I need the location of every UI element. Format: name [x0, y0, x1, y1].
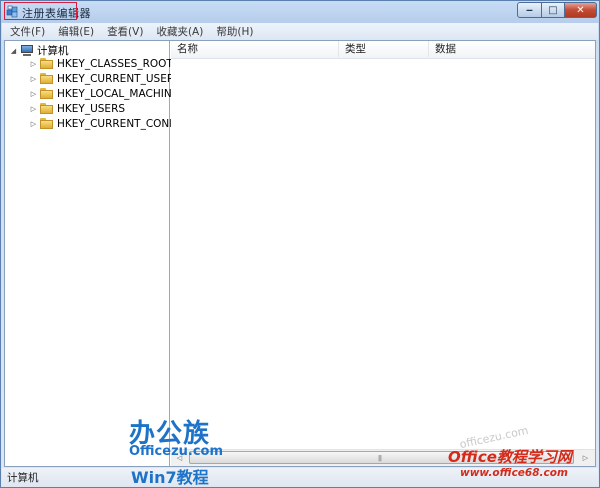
folder-icon: [40, 88, 54, 99]
registry-tree[interactable]: ◢ 计算机 ▷ HKEY_CLASSES_ROOT ▷ HKEY_CURRENT…: [5, 41, 187, 466]
expand-arrow-icon[interactable]: ▷: [29, 90, 38, 98]
tree-item-hkey-current-user[interactable]: ▷ HKEY_CURRENT_USER: [29, 71, 174, 86]
expand-arrow-icon[interactable]: ▷: [29, 105, 38, 113]
menu-view[interactable]: 查看(V): [99, 24, 148, 39]
tree-item-label: HKEY_LOCAL_MACHINE: [57, 87, 179, 100]
title-bar[interactable]: 注册表编辑器 ‒ □ ✕: [1, 1, 599, 23]
column-header-name[interactable]: 名称: [171, 41, 339, 57]
status-path: 计算机: [7, 472, 39, 484]
folder-icon: [40, 58, 54, 69]
column-header-data[interactable]: 数据: [429, 41, 595, 57]
tree-item-label: HKEY_CURRENT_USER: [57, 72, 175, 85]
menu-favorites[interactable]: 收藏夹(A): [148, 24, 208, 39]
expand-arrow-icon[interactable]: ▷: [29, 120, 38, 128]
value-list[interactable]: 名称 类型 数据: [171, 41, 595, 466]
menu-bar: 文件(F) 编辑(E) 查看(V) 收藏夹(A) 帮助(H): [2, 23, 598, 40]
client-area: ◢ 计算机 ▷ HKEY_CLASSES_ROOT ▷ HKEY_CURRENT…: [4, 40, 596, 467]
column-header-type[interactable]: 类型: [339, 41, 429, 57]
scroll-right-icon[interactable]: ▷: [577, 450, 594, 466]
title-highlight-box: [4, 2, 77, 20]
tree-item-hkey-users[interactable]: ▷ HKEY_USERS: [29, 101, 125, 116]
watermark-site: Officezu.com: [129, 444, 224, 459]
menu-edit[interactable]: 编辑(E): [50, 24, 99, 39]
watermark-office-url: www.office68.com: [460, 467, 568, 479]
expand-arrow-icon[interactable]: ▷: [29, 75, 38, 83]
tree-item-hkey-current-config[interactable]: ▷ HKEY_CURRENT_CONFIG: [29, 116, 187, 131]
grip-icon: |||: [378, 455, 382, 462]
watermark-office-cn: Office教程学习网: [448, 448, 572, 466]
tree-item-label: HKEY_USERS: [57, 102, 126, 115]
list-header: 名称 类型 数据: [171, 41, 595, 59]
tree-item-label: HKEY_CURRENT_CONFIG: [57, 117, 187, 130]
menu-file[interactable]: 文件(F): [2, 24, 50, 39]
minimize-button[interactable]: ‒: [517, 2, 542, 18]
tree-item-label: HKEY_CLASSES_ROOT: [57, 57, 173, 70]
computer-icon: [20, 44, 34, 57]
expand-arrow-icon[interactable]: ▷: [29, 60, 38, 68]
tree-item-hkey-classes-root[interactable]: ▷ HKEY_CLASSES_ROOT: [29, 56, 173, 71]
close-button[interactable]: ✕: [564, 2, 597, 18]
folder-icon: [40, 73, 54, 84]
watermark-win7: Win7教程: [131, 468, 209, 487]
folder-icon: [40, 103, 54, 114]
maximize-button[interactable]: □: [541, 2, 565, 18]
tree-item-hkey-local-machine[interactable]: ▷ HKEY_LOCAL_MACHINE: [29, 86, 179, 101]
collapse-arrow-icon[interactable]: ◢: [9, 47, 18, 55]
menu-help[interactable]: 帮助(H): [208, 24, 258, 39]
registry-editor-window: 注册表编辑器 ‒ □ ✕ 文件(F) 编辑(E) 查看(V) 收藏夹(A) 帮助…: [0, 0, 600, 488]
folder-icon: [40, 118, 54, 129]
